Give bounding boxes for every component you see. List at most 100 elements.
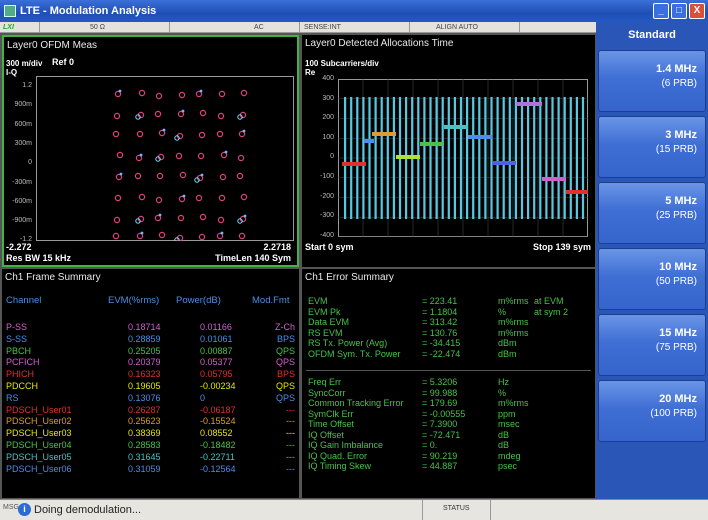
close-button[interactable]: X bbox=[689, 3, 705, 19]
error-summary-panel[interactable]: Ch1 Error Summary EVM = 223.41 m%rms at EVM… bbox=[302, 269, 595, 498]
channel-power: -0.06187 bbox=[200, 404, 236, 415]
minimize-button[interactable]: _ bbox=[653, 3, 669, 19]
constellation-point bbox=[240, 193, 248, 201]
error-unit: dBm bbox=[498, 348, 517, 359]
channel-power: 0.01061 bbox=[200, 333, 233, 344]
status-label[interactable]: STATUS bbox=[422, 500, 491, 520]
channel-mod: --- bbox=[286, 451, 295, 462]
alloc-bar bbox=[551, 97, 554, 219]
channel-power: -0.22711 bbox=[200, 451, 235, 462]
constellation-point bbox=[177, 214, 185, 222]
softkey-button[interactable]: 1.4 MHz (6 PRB) bbox=[598, 50, 706, 112]
constellation-point bbox=[112, 232, 120, 240]
constellation-point bbox=[198, 233, 206, 241]
constellation-point bbox=[136, 130, 144, 138]
constellation-y-tick: 300m bbox=[14, 139, 32, 147]
constellation-point bbox=[175, 152, 183, 160]
error-unit: msec bbox=[498, 419, 520, 429]
channel-power: -0.00234 bbox=[200, 381, 236, 391]
error-label: SymClk Err bbox=[308, 408, 354, 419]
allocations-panel[interactable]: Layer0 Detected Allocations Time 100 Sub… bbox=[302, 35, 595, 267]
alloc-block bbox=[468, 135, 492, 139]
main-display: Layer0 OFDM Meas 300 m/div Ref 0 I-Q 1.2… bbox=[0, 33, 596, 499]
error-unit: dB bbox=[498, 429, 510, 440]
channel-power: 0.01166 bbox=[200, 322, 232, 332]
softkey-button[interactable]: 15 MHz (75 PRB) bbox=[598, 314, 706, 376]
softkey-button[interactable]: 5 MHz (25 PRB) bbox=[598, 182, 706, 244]
constellation-point bbox=[218, 194, 226, 202]
constellation-point bbox=[219, 173, 227, 181]
error-summary-title: Ch1 Error Summary bbox=[305, 272, 394, 283]
error-unit: dB bbox=[498, 440, 510, 450]
softkey-button[interactable]: 3 MHz (15 PRB) bbox=[598, 116, 706, 178]
constellation-ref: Ref 0 bbox=[52, 57, 75, 67]
error-value: = -34.415 bbox=[422, 338, 461, 348]
alloc-stop: Stop 139 sym bbox=[532, 242, 591, 252]
frame-summary-header: EVM(%rms) bbox=[108, 295, 160, 306]
constellation-point bbox=[198, 131, 206, 139]
constellation-point bbox=[155, 196, 163, 204]
status-strip: LXI 50 Ω AC SENSE:INT ALIGN AUTO bbox=[0, 22, 596, 33]
channel-mod: --- bbox=[286, 428, 295, 439]
error-value: = 313.42 bbox=[422, 317, 458, 327]
error-extra: at sym 2 bbox=[534, 306, 569, 317]
frame-summary-header: Power(dB) bbox=[176, 295, 221, 306]
constellation-panel[interactable]: Layer0 OFDM Meas 300 m/div Ref 0 I-Q 1.2… bbox=[2, 35, 299, 267]
lxi-label: LXI bbox=[0, 22, 40, 33]
alloc-bar bbox=[563, 97, 566, 219]
frame-summary-header: Channel bbox=[6, 295, 42, 306]
constellation-plot bbox=[36, 76, 294, 241]
channel-power: -0.18482 bbox=[200, 440, 236, 450]
channel-evm: 0.38369 bbox=[128, 428, 161, 439]
constellation-res-bw: Res BW 15 kHz bbox=[6, 253, 72, 263]
channel-power: 0.05377 bbox=[200, 357, 233, 368]
channel-evm: 0.25623 bbox=[128, 416, 161, 427]
title-bar: LTE - Modulation Analysis _ □ X bbox=[0, 0, 708, 22]
channel-name: PDSCH_User04 bbox=[6, 440, 72, 450]
alloc-bar bbox=[350, 97, 353, 219]
constellation-point bbox=[155, 92, 163, 100]
constellation-point bbox=[113, 216, 121, 224]
plot-frame bbox=[36, 76, 294, 241]
msg-label: MSG bbox=[3, 504, 19, 511]
constellation-point bbox=[236, 172, 244, 180]
error-unit: m%rms bbox=[498, 296, 529, 306]
channel-power: 0 bbox=[200, 392, 206, 403]
channel-name: PCFICH bbox=[6, 357, 40, 368]
constellation-point bbox=[112, 130, 120, 138]
maximize-button[interactable]: □ bbox=[671, 3, 687, 19]
channel-mod: --- bbox=[286, 440, 295, 450]
constellation-point bbox=[181, 109, 185, 113]
alloc-bar bbox=[527, 97, 530, 219]
alloc-bar bbox=[392, 97, 395, 219]
alloc-bar bbox=[569, 97, 572, 219]
softkey-sublabel: (50 PRB) bbox=[655, 276, 697, 287]
channel-power: -0.15524 bbox=[200, 416, 236, 427]
constellation-x-stop: 2.2718 bbox=[263, 242, 291, 252]
constellation-time-len: TimeLen 140 Sym bbox=[215, 253, 291, 263]
alloc-bar bbox=[539, 97, 542, 219]
channel-mod: QPS bbox=[275, 381, 295, 391]
alloc-y-tick: -200 bbox=[319, 192, 334, 200]
softkey-sublabel: (6 PRB) bbox=[661, 78, 697, 89]
alloc-bar bbox=[472, 97, 475, 219]
constellation-point bbox=[178, 91, 186, 99]
app-icon bbox=[4, 5, 16, 17]
alloc-bar bbox=[380, 97, 383, 219]
error-unit: ppm bbox=[498, 408, 516, 419]
error-unit: Hz bbox=[498, 377, 509, 387]
frame-summary-panel[interactable]: Ch1 Frame Summary Channel EVM(%rms) Power(… bbox=[2, 269, 299, 498]
softkey-button[interactable]: 20 MHz (100 PRB) bbox=[598, 380, 706, 442]
channel-name: PBCH bbox=[6, 345, 32, 356]
constellation-point bbox=[197, 152, 205, 160]
channel-name: PDSCH_User03 bbox=[6, 428, 72, 439]
error-label: Data EVM bbox=[308, 317, 350, 327]
channel-mod: QPS bbox=[275, 357, 295, 368]
constellation-point bbox=[138, 193, 146, 201]
channel-mod: BPS bbox=[276, 369, 295, 380]
alloc-bar bbox=[478, 97, 481, 219]
softkey-button[interactable]: 10 MHz (50 PRB) bbox=[598, 248, 706, 310]
error-label: IQ Timing Skew bbox=[308, 461, 372, 471]
alloc-bar bbox=[447, 97, 450, 219]
constellation-mode: I-Q bbox=[6, 68, 18, 77]
